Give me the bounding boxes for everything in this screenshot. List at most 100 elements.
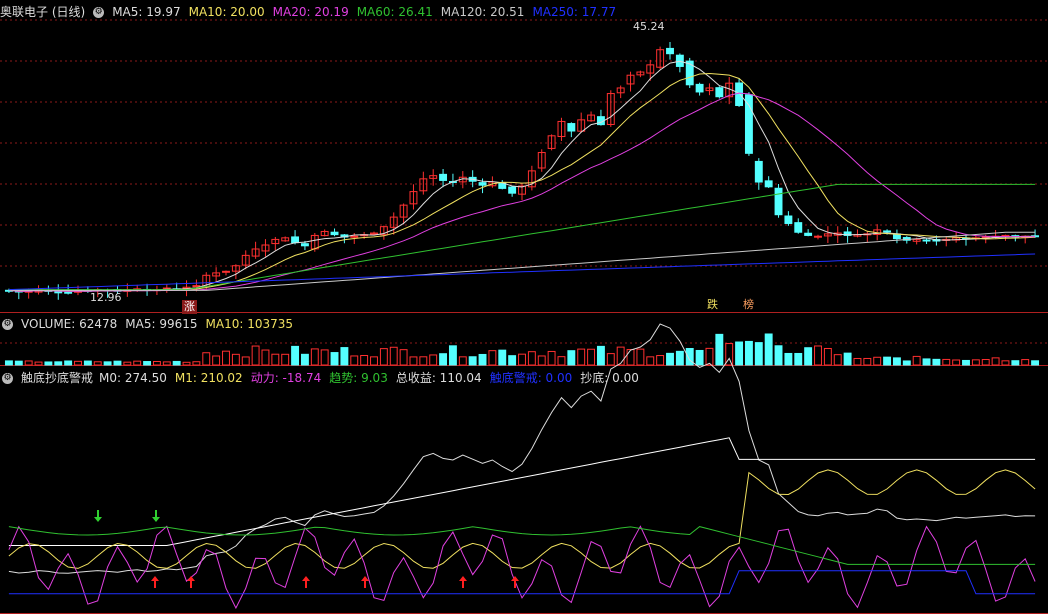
volume-bar: [636, 348, 645, 366]
volume-bar: [1031, 360, 1040, 366]
volume-bar: [853, 357, 862, 366]
ma5-line: [8, 60, 1036, 292]
volume-bar: [458, 356, 467, 366]
vol-label-2: MA10: 103735: [205, 317, 294, 331]
volume-bar: [616, 346, 625, 366]
volume-bar: [83, 360, 92, 366]
volume-bar: [44, 361, 53, 366]
volume-bar: [133, 360, 142, 366]
ind-label-5: 触底警戒: 0.00: [489, 371, 573, 385]
ma-label-5: MA250: 17.77: [532, 5, 617, 19]
volume-bar: [182, 361, 191, 366]
volume-bar: [971, 359, 980, 366]
volume-bar: [774, 345, 783, 366]
volume-bar: [715, 333, 724, 366]
buy-arrow-icon: [361, 576, 369, 588]
ma-label-3: MA60: 26.41: [356, 5, 433, 19]
indicator-lines: [8, 323, 1036, 610]
candle-body: [784, 215, 793, 224]
volume-bar: [379, 348, 388, 366]
volume-header: ⚙ VOLUME: 62478 MA5: 99615 MA10: 103735: [0, 315, 309, 333]
volume-bar: [113, 360, 122, 366]
volume-bar: [251, 345, 260, 366]
volume-bar: [330, 352, 339, 366]
buy-arrow-icon: [187, 576, 195, 588]
m0-line: [8, 323, 1036, 574]
volume-bar: [143, 361, 152, 366]
volume-bar: [93, 361, 102, 366]
candle-body: [508, 186, 517, 194]
volume-bar: [863, 357, 872, 366]
ma120-line: [8, 231, 1036, 291]
gear-icon[interactable]: ⚙: [93, 7, 105, 18]
stock-title[interactable]: 奥联电子 (日线): [0, 5, 85, 19]
candle-body: [439, 173, 448, 181]
volume-bar: [675, 350, 684, 366]
candle-body: [330, 231, 339, 236]
candle-body: [794, 222, 803, 233]
volume-bar: [547, 350, 556, 366]
volume-bar: [123, 361, 132, 366]
volume-bar: [527, 351, 536, 366]
volume-bar: [74, 360, 82, 366]
candle-body: [64, 291, 73, 294]
volume-bar: [518, 353, 526, 366]
volume-bar: [24, 360, 33, 366]
candle-body: [54, 291, 63, 294]
volume-bar: [310, 348, 319, 366]
volume-bar: [892, 357, 901, 366]
gear-icon[interactable]: ⚙: [2, 373, 13, 384]
volume-bar: [794, 352, 803, 366]
ma-label-2: MA20: 20.19: [272, 5, 349, 19]
low-price-label: 12.96: [90, 291, 122, 304]
volume-bar: [735, 341, 744, 366]
bang-marker: 榜: [743, 298, 754, 311]
sell-arrow-icon: [152, 510, 160, 522]
volume-bar: [419, 356, 428, 366]
gear-icon[interactable]: ⚙: [2, 319, 13, 330]
volume-bar: [498, 349, 507, 366]
candle-body: [478, 182, 487, 186]
candle-body: [735, 82, 744, 107]
candle-body: [744, 94, 753, 154]
volume-bar: [873, 356, 882, 366]
signal-arrows: [94, 510, 519, 588]
buy-arrow-icon: [302, 576, 310, 588]
volume-bar: [833, 354, 842, 366]
ma-lines: [8, 60, 1036, 292]
volume-bar: [932, 358, 941, 366]
kline-chart[interactable]: [0, 0, 1048, 614]
buy-arrow-icon: [511, 576, 519, 588]
price-header: 奥联电子 (日线) ⚙ MA5: 19.97 MA10: 20.00 MA20: 20.…: [0, 3, 632, 21]
volume-bar: [952, 359, 961, 366]
volume-bar: [350, 355, 359, 366]
ind-label-6: 抄底: 0.00: [580, 371, 639, 385]
ind-label-0: M0: 274.50: [99, 371, 167, 385]
volume-bar: [261, 349, 270, 366]
volume-bar: [429, 354, 438, 366]
candle-body: [666, 47, 674, 55]
volume-bar: [577, 348, 586, 366]
volume-bar: [488, 350, 497, 366]
indicator-title[interactable]: 触底抄底警戒: [21, 371, 93, 385]
volume-bar: [448, 345, 457, 366]
volume-bar: [1011, 360, 1020, 366]
volume-bar: [922, 358, 931, 366]
ma10-line: [8, 72, 1036, 292]
volume-bar: [281, 353, 290, 366]
ma-label-1: MA10: 20.00: [188, 5, 265, 19]
volume-bar: [646, 356, 655, 366]
volume-bar: [212, 355, 221, 366]
volume-bar: [241, 356, 250, 366]
candle-body: [774, 187, 783, 216]
volume-bar: [843, 352, 852, 366]
indicator-header: ⚙ 触底抄底警戒 M0: 274.50 M1: 210.02 动力: -18.74 趋势:…: [0, 369, 655, 387]
volume-bar: [883, 356, 892, 366]
vol-label-1: MA5: 99615: [125, 317, 198, 331]
volume-bar: [567, 350, 576, 366]
volume-bar: [222, 350, 230, 366]
candle-body: [754, 160, 763, 183]
volume-bar: [823, 347, 832, 366]
candle-body: [764, 180, 773, 188]
volume-bar: [172, 360, 181, 366]
